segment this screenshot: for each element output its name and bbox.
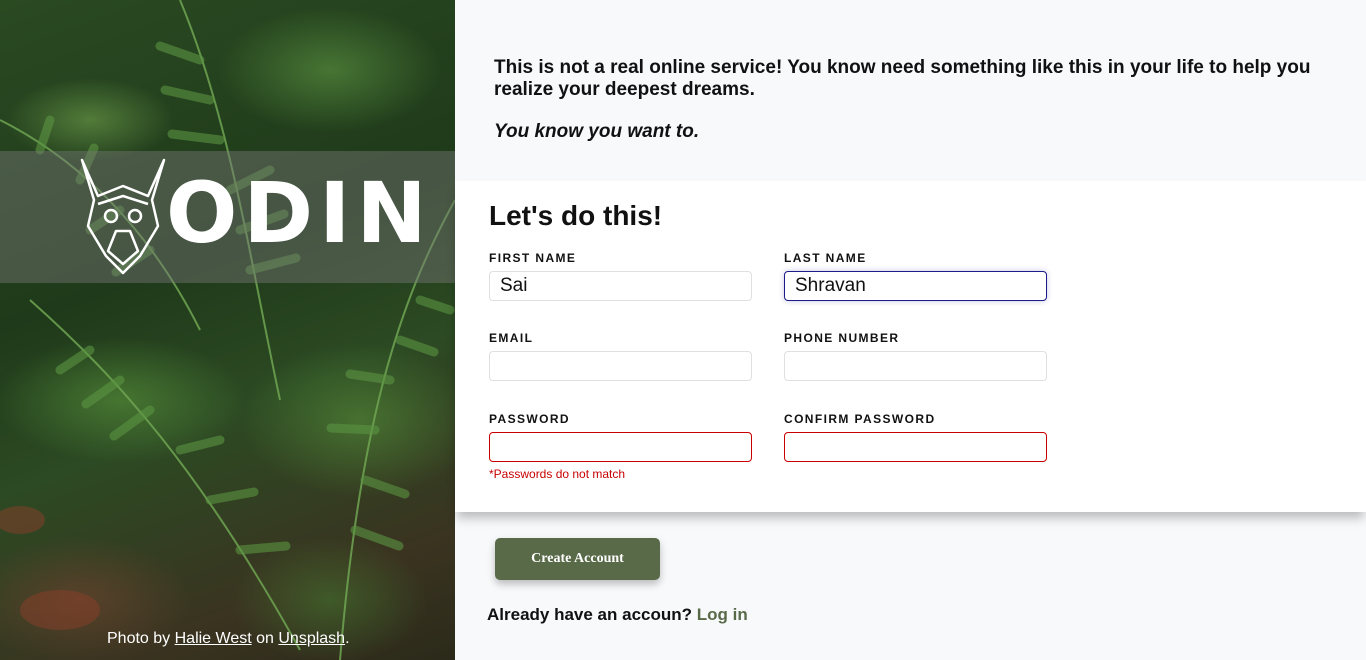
credit-site-link[interactable]: Unsplash — [278, 630, 345, 647]
viking-helmet-icon — [80, 158, 166, 275]
password-error-message: *Passwords do not match — [489, 467, 626, 481]
password-input[interactable] — [489, 432, 752, 462]
phone-group: PHONE NUMBER — [784, 331, 1047, 381]
confirm-password-input[interactable] — [784, 432, 1047, 462]
password-label: PASSWORD — [489, 412, 570, 426]
credit-prefix: Photo by — [107, 630, 175, 647]
create-account-button[interactable]: Create Account — [495, 538, 660, 580]
email-input[interactable] — [489, 351, 752, 381]
email-group: EMAIL — [489, 331, 752, 381]
credit-author-link[interactable]: Halie West — [175, 630, 252, 647]
login-link[interactable]: Log in — [697, 605, 748, 624]
phone-label: PHONE NUMBER — [784, 331, 900, 345]
intro-section: This is not a real online service! You k… — [494, 57, 1334, 143]
email-label: EMAIL — [489, 331, 534, 345]
brand-logo-text: ODIN — [166, 164, 433, 262]
intro-text: This is not a real online service! You k… — [494, 57, 1311, 100]
form-title: Let's do this! — [489, 200, 663, 231]
login-prompt: Already have an accoun? Log in — [487, 605, 748, 625]
login-prompt-text: Already have an accoun? — [487, 605, 697, 624]
last-name-group: LAST NAME — [784, 251, 1047, 301]
hero-photo-panel: ODIN Photo by Halie West on Unsplash. — [0, 0, 455, 660]
photo-credit: Photo by Halie West on Unsplash. — [107, 630, 350, 648]
fern-background-image — [0, 0, 455, 660]
confirm-password-label: CONFIRM PASSWORD — [784, 412, 936, 426]
password-group: PASSWORD *Passwords do not match — [489, 412, 752, 481]
signup-form-card: Let's do this! FIRST NAME LAST NAME EMAI… — [455, 181, 1366, 512]
first-name-input[interactable] — [489, 271, 752, 301]
last-name-label: LAST NAME — [784, 251, 867, 265]
last-name-input[interactable] — [784, 271, 1047, 301]
confirm-password-group: CONFIRM PASSWORD — [784, 412, 1047, 462]
first-name-group: FIRST NAME — [489, 251, 752, 301]
phone-input[interactable] — [784, 351, 1047, 381]
first-name-label: FIRST NAME — [489, 251, 577, 265]
credit-middle: on — [251, 630, 279, 647]
intro-tagline: You know you want to. — [494, 121, 700, 142]
credit-suffix: . — [345, 630, 350, 647]
